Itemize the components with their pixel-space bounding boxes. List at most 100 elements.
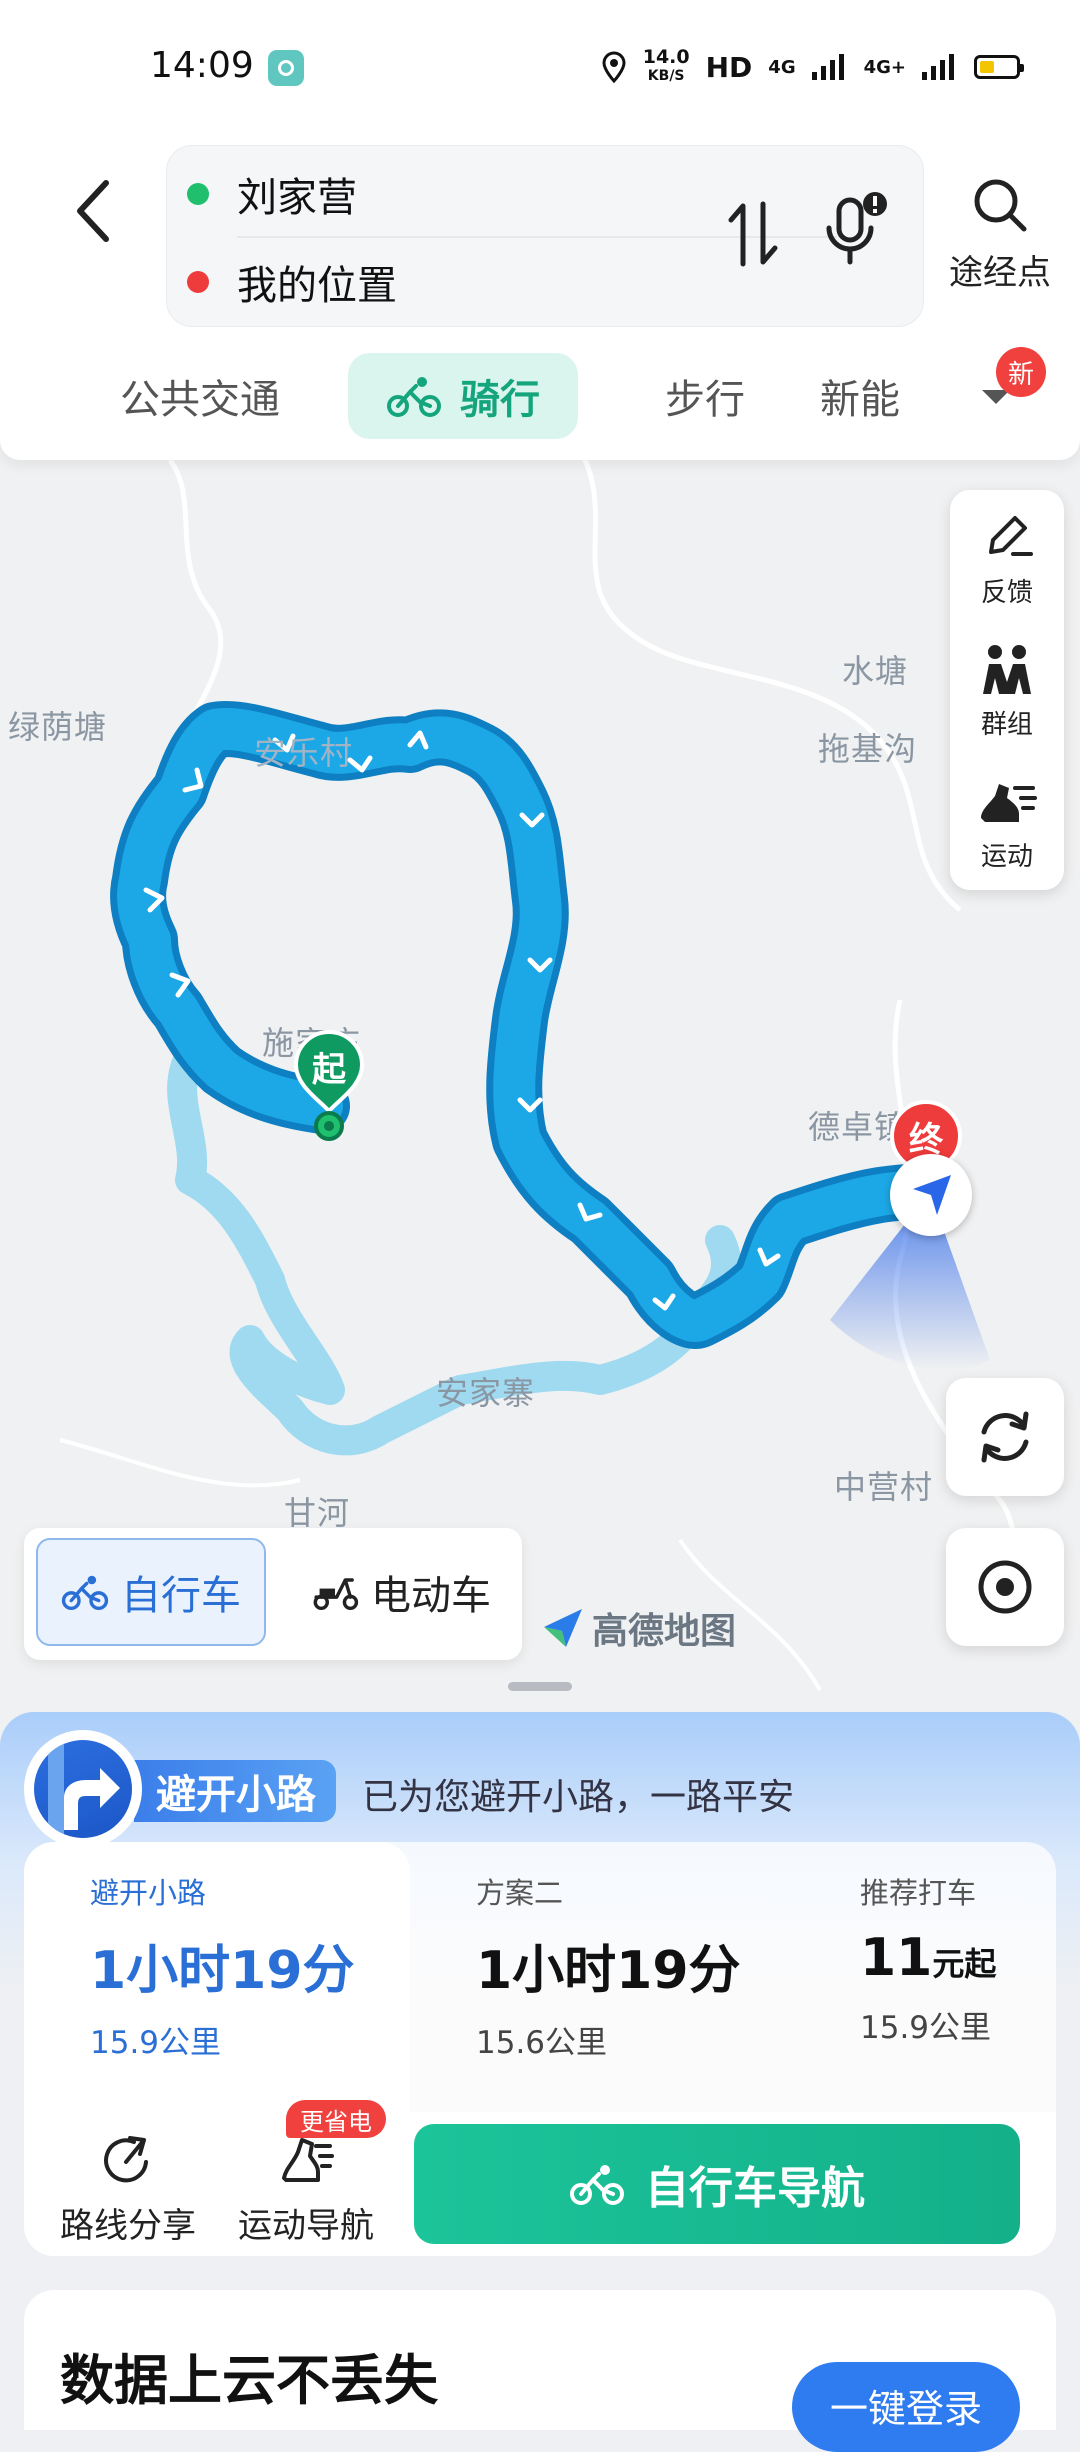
tab-label: 步行 [665,377,745,423]
avoid-route-badge [24,1730,142,1848]
current-location-marker [890,1154,972,1236]
sport-navigation-button[interactable]: 运动导航 [238,2132,374,2247]
route-plans-card: 避开小路 1小时19分 15.9公里 方案二 1小时19分 15.6公里 推荐打… [24,1842,1056,2256]
pen-icon [989,516,1033,556]
sport-shoe-icon [981,784,1037,822]
destination-field[interactable]: 我的位置 [187,242,397,322]
origin-field[interactable]: 刘家营 [187,154,357,234]
scooter-icon [313,1578,359,1610]
plan-actions-bar: 路线分享 运动导航 更省电 自行车导航 [24,2100,1056,2256]
avoid-message: 已为您避开小路，一路平安 [362,1777,795,1818]
cloud-sync-card: 数据上云不丢失 一键登录 [24,2290,1056,2452]
place-label: 安乐村 [254,734,354,772]
bicycle-icon [61,1575,109,1610]
feedback-tool[interactable]: 反馈 [950,510,1064,609]
action-label: 运动导航 [238,2206,374,2246]
power-saving-badge: 更省电 [286,2100,386,2138]
cloud-title: 数据上云不丢失 [60,2349,438,2412]
signal-icon [811,54,848,80]
microphone-icon [826,192,887,265]
transport-tabs: 公共交通 骑行 步行 新能 [0,353,1080,443]
start-marker-label: 起 [312,1050,346,1090]
avoid-title: 避开小路 [134,1760,336,1822]
share-icon [104,2136,148,2183]
start-marker[interactable]: 起 [292,1028,366,1142]
swap-icon [728,201,778,267]
sim1-label: 4G [768,56,796,78]
status-bar: 14:09 14.0 KB/S HD 4G 4G+ [0,0,1080,135]
back-arrow-icon [77,180,109,242]
plan-distance: 15.9公里 [90,2025,222,2061]
one-click-login-button[interactable]: 一键登录 [792,2362,1020,2452]
origin-text: 刘家营 [237,175,357,221]
tab-label: 公共交通 [120,377,280,423]
bicycle-option[interactable]: 自行车 [36,1538,266,1646]
waypoint-button[interactable]: 途经点 [940,175,1060,305]
amap-logo: 高德地图 [540,1602,736,1654]
plan-name: 避开小路 [90,1876,207,1910]
bicycle-icon [387,377,441,417]
plan-option-taxi[interactable]: 推荐打车 11元起 15.9公里 [860,1870,996,2047]
plan-price: 11元起 [860,1928,996,1988]
plan-name: 推荐打车 [860,1876,977,1910]
tab-public-transit[interactable]: 公共交通 [100,353,300,439]
status-icons: 14.0 KB/S HD 4G 4G+ [601,48,1024,86]
group-tool[interactable]: 群组 [950,642,1064,741]
location-icon [602,51,626,83]
back-button[interactable] [60,155,130,255]
origin-dot [187,183,209,205]
tab-label: 新能 [820,377,900,423]
plan-distance: 15.9公里 [860,2010,992,2046]
place-label: 拖基沟 [818,730,918,768]
status-time: 14:09 [150,45,254,86]
price-unit: 元起 [932,1945,997,1983]
tab-label: 骑行 [460,377,540,423]
route-summary-sheet: 避开小路 已为您避开小路，一路平安 避开小路 1小时19分 15.9公里 方案二… [0,1712,1080,2452]
destination-text: 我的位置 [237,263,397,309]
refresh-route-button[interactable] [946,1378,1064,1496]
plan-time: 1小时19分 [90,1941,355,2001]
turn-right-icon [48,1740,120,1838]
vehicle-type-toggle: 自行车 电动车 [24,1528,522,1660]
search-icon [974,179,1027,232]
waypoint-label: 途经点 [949,253,1051,293]
app-notification-icon [268,50,304,86]
amap-logo-icon [544,1609,582,1647]
plan-option-two[interactable]: 方案二 1小时19分 15.6公里 [476,1870,741,2062]
sheet-drag-handle[interactable] [508,1682,572,1691]
tab-walking[interactable]: 步行 [620,353,790,439]
signal-icon-2 [922,54,958,80]
new-badge: 新 [996,347,1046,397]
avoid-route-badge-inner [34,1740,132,1838]
sport-nav-icon [282,2138,334,2182]
action-label: 路线分享 [60,2206,196,2246]
map-view[interactable]: 绿荫塘 安乐村 水塘 拖基沟 施家庄 德卓镇 安家寨 甘河 中营村 起 终 反馈… [0,440,1080,1730]
tab-cycling[interactable]: 骑行 [348,353,578,439]
sport-tool[interactable]: 运动 [950,774,1064,873]
ebike-option[interactable]: 电动车 [286,1538,516,1646]
net-speed: 14.0 KB/S [643,48,690,86]
refresh-icon [981,1411,1029,1463]
tool-label: 运动 [980,842,1033,872]
group-icon [983,645,1031,694]
place-label: 安家寨 [436,1374,536,1412]
map-tools-panel: 反馈 群组 运动 [950,490,1064,890]
net-speed-value: 14.0 [642,46,690,68]
start-bike-navigation-button[interactable]: 自行车导航 [414,2124,1020,2244]
locate-me-button[interactable] [946,1528,1064,1646]
avoid-title-text: 避开小路 [156,1772,316,1818]
destination-dot [187,271,209,293]
bicycle-icon [570,2165,624,2205]
avoid-small-roads-banner[interactable]: 避开小路 已为您避开小路，一路平安 [24,1724,1024,1854]
place-label: 德卓镇 [808,1108,898,1146]
place-label: 绿荫塘 [8,708,108,746]
plan-option-avoid[interactable]: 避开小路 1小时19分 15.9公里 [90,1870,355,2062]
route-share-button[interactable]: 路线分享 [60,2132,196,2247]
net-speed-unit: KB/S [647,68,685,84]
place-label: 中营村 [834,1468,934,1506]
voice-input-button[interactable] [817,186,897,276]
tab-new-energy[interactable]: 新能 [820,353,940,439]
hd-label: HD [705,50,753,84]
swap-route-button[interactable] [723,194,783,274]
tool-label: 反馈 [980,578,1033,608]
